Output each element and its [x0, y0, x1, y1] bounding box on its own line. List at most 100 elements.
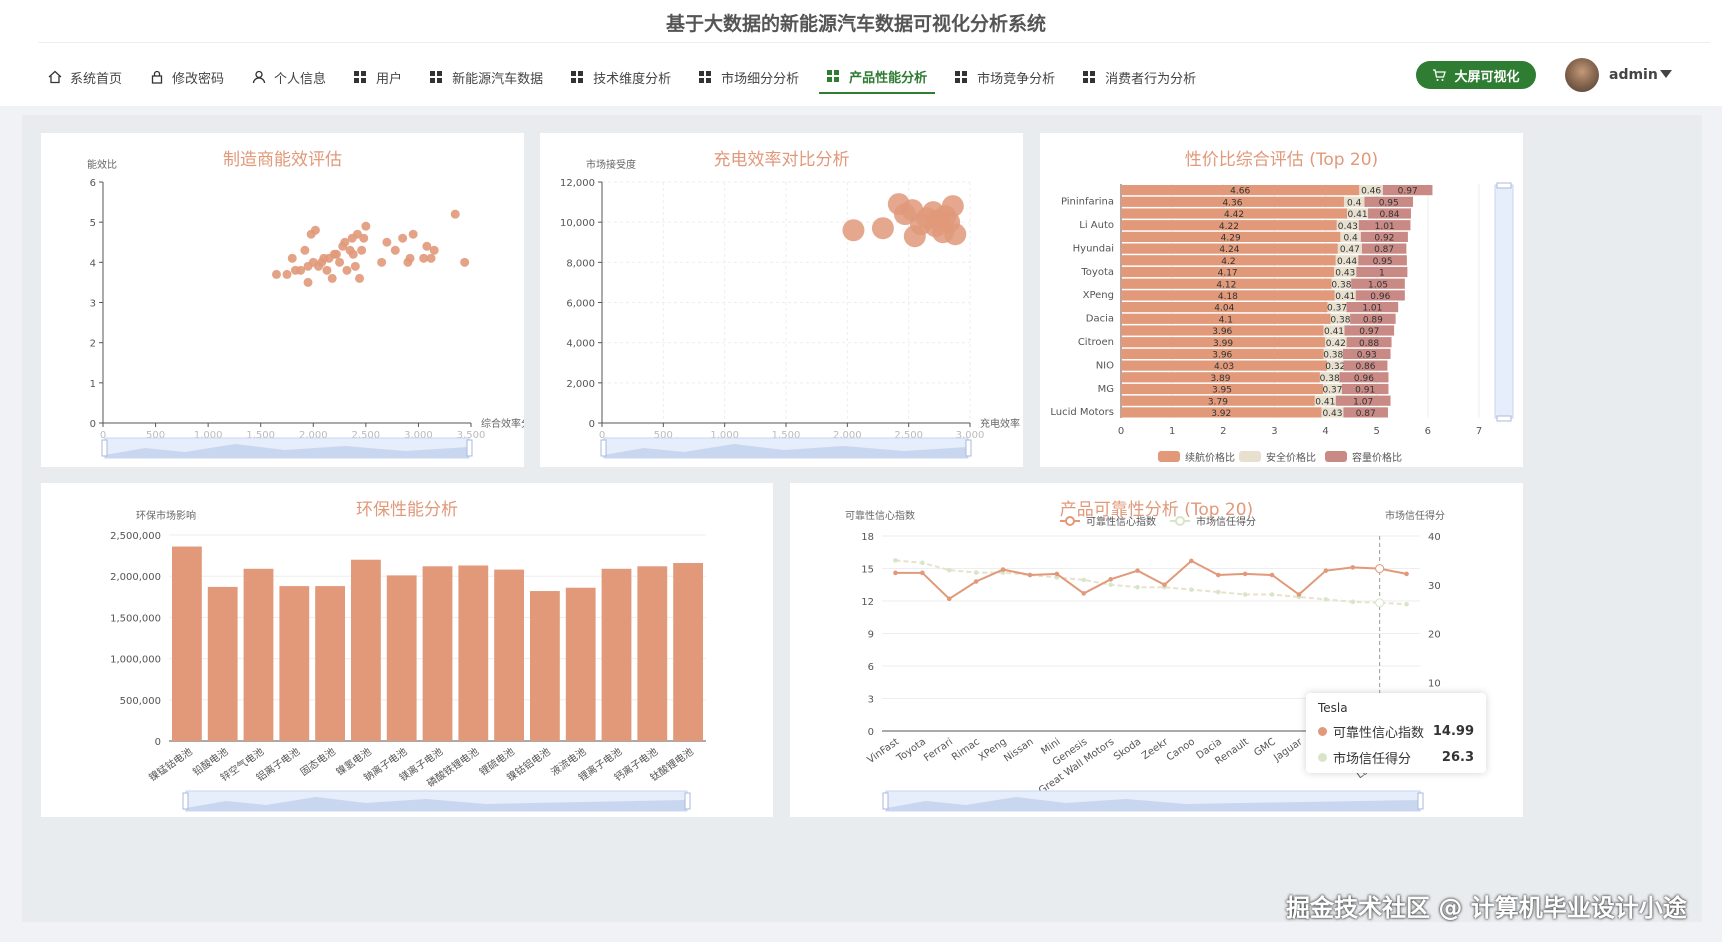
x-tick-label: 5 [1374, 426, 1380, 437]
scatter-point [429, 245, 439, 255]
y-tick-label: 0 [155, 737, 161, 748]
cart-icon [1433, 69, 1447, 81]
system-title: 基于大数据的新能源汽车数据可视化分析系统 [665, 13, 1046, 35]
nav-tech-analysis[interactable]: 技术维度分析 [571, 60, 671, 94]
datazoom-handle [1496, 415, 1512, 422]
bar-data-label: 0.4 [1347, 198, 1362, 208]
bar-data-label: 0.41 [1335, 292, 1355, 302]
legend-label: 续航价格比 [1185, 451, 1235, 464]
efficiency-scatter-chart[interactable]: 能效比综合效率分012345605001,0001,5002,0002,5003… [41, 133, 531, 467]
bar-data-label: 0.84 [1379, 210, 1399, 220]
series-line-reliability [895, 559, 1407, 601]
nav-label: 用户 [376, 71, 403, 87]
scatter-point [944, 223, 967, 246]
scatter-point [426, 253, 436, 263]
line-point [1215, 589, 1221, 595]
line-point [1375, 598, 1385, 608]
bar-data-label: 4.22 [1219, 222, 1239, 232]
y-tick-label: 3 [90, 299, 96, 310]
line-point [1350, 565, 1356, 570]
nav-product-performance[interactable]: 产品性能分析 [819, 60, 936, 94]
legend-label: 安全价格比 [1266, 451, 1316, 464]
bar [315, 586, 345, 741]
grid-icon [699, 71, 712, 83]
tooltip-label: 市场信任得分 [1333, 752, 1412, 767]
line-point [1000, 567, 1006, 572]
chevron-down-icon[interactable] [1660, 70, 1672, 78]
bar-data-label: 0.97 [1398, 187, 1418, 197]
bar [386, 575, 417, 741]
y-category-label: Lucid Motors [1050, 407, 1114, 418]
y-tick-label: 12,000 [560, 178, 595, 189]
scatter-point [300, 245, 310, 255]
scatter-point [377, 257, 387, 267]
y-tick-label: 4,000 [566, 339, 595, 350]
nav-market-competition[interactable]: 市场竞争分析 [955, 60, 1055, 94]
bar-data-label: 0.4 [1343, 234, 1358, 244]
tooltip-row: 可靠性信心指数 14.99 [1318, 722, 1474, 741]
y-tick-label: 8,000 [566, 258, 595, 269]
bar [172, 546, 202, 741]
legend-swatch [1158, 451, 1180, 462]
tooltip-label: 可靠性信心指数 [1333, 726, 1425, 741]
y-tick-label: 2,000 [566, 379, 595, 390]
y-category-label: Pininfarina [1061, 197, 1114, 208]
value-bar-chart[interactable]: 0 1 2 3 4 5 6 74.66 0.46 0.974.36 0.4 0.954.42 0.41 0… [1040, 133, 1523, 467]
grid-icon [1083, 71, 1096, 83]
bar [279, 586, 310, 741]
nav-users[interactable]: 用户 [354, 60, 402, 94]
avatar[interactable] [1565, 58, 1599, 92]
line-point [1242, 592, 1248, 597]
username[interactable]: admin [1609, 67, 1658, 83]
chart-title: 产品可靠性分析 (Top 20) [1059, 500, 1254, 520]
line-point [920, 560, 925, 566]
line-point [1323, 568, 1329, 573]
x-tick-label: Ferrari [922, 736, 955, 764]
panel-efficiency: 制造商能效评估 能效比综合效率分012345605001,0001,5002,0… [41, 133, 531, 467]
nav-label: 个人信息 [274, 71, 327, 87]
y-category-label: Toyota [1080, 267, 1114, 278]
bar-data-label: 0.87 [1374, 245, 1394, 255]
nav-market-segment[interactable]: 市场细分分析 [699, 60, 799, 94]
nav-label: 新能源汽车数据 [452, 71, 544, 87]
line-point [1027, 572, 1033, 578]
line-point [1189, 558, 1194, 564]
bar-data-label: 0.93 [1357, 351, 1377, 361]
bar-data-label: 0.96 [1370, 292, 1390, 302]
eco-bar-chart[interactable]: 环保市场影响0500,0001,000,0001,500,0002,000,00… [41, 483, 773, 817]
datazoom-handle [882, 792, 889, 810]
nav-consumer-behavior[interactable]: 消费者行为分析 [1083, 60, 1196, 94]
nav-ev-data[interactable]: 新能源汽车数据 [430, 60, 543, 94]
scatter-point [382, 237, 392, 247]
x-tick-label: Nissan [1002, 736, 1035, 764]
bar [530, 591, 560, 741]
scatter-point [327, 273, 337, 283]
x-tick-label: Canoo [1165, 736, 1197, 763]
scatter-point [331, 249, 341, 259]
bar-data-label: 4.2 [1221, 257, 1235, 267]
bar-data-label: 3.92 [1211, 409, 1231, 419]
bar [673, 563, 703, 741]
y-tick-label: 6 [868, 662, 874, 673]
nav-change-password[interactable]: 修改密码 [150, 60, 224, 94]
x-tick-label: VinFast [865, 736, 901, 766]
nav-label: 市场竞争分析 [977, 71, 1056, 87]
big-screen-button[interactable]: 大屏可视化 [1416, 61, 1536, 89]
y-tick-label: 1,500,000 [110, 613, 161, 624]
bar [207, 586, 238, 741]
bar-data-label: 0.38 [1323, 351, 1343, 361]
bar-data-label: 0.88 [1359, 339, 1379, 349]
nav-label: 产品性能分析 [849, 70, 928, 86]
bar-data-label: 0.92 [1374, 234, 1394, 244]
charging-scatter-chart[interactable]: 市场接受度充电效率02,0004,0006,0008,00010,00012,0… [540, 133, 1023, 467]
nav-profile[interactable]: 个人信息 [252, 60, 326, 94]
line-point [973, 570, 979, 575]
scatter-point [842, 219, 865, 242]
y-tick-label: 0 [90, 419, 96, 430]
y2-tick-label: 10 [1428, 678, 1441, 689]
bar-data-label: 0.37 [1322, 386, 1342, 396]
line-point [1323, 597, 1329, 602]
y-category-label: NIO [1096, 360, 1114, 371]
nav-home[interactable]: 系统首页 [48, 60, 122, 94]
line-point [920, 570, 925, 576]
